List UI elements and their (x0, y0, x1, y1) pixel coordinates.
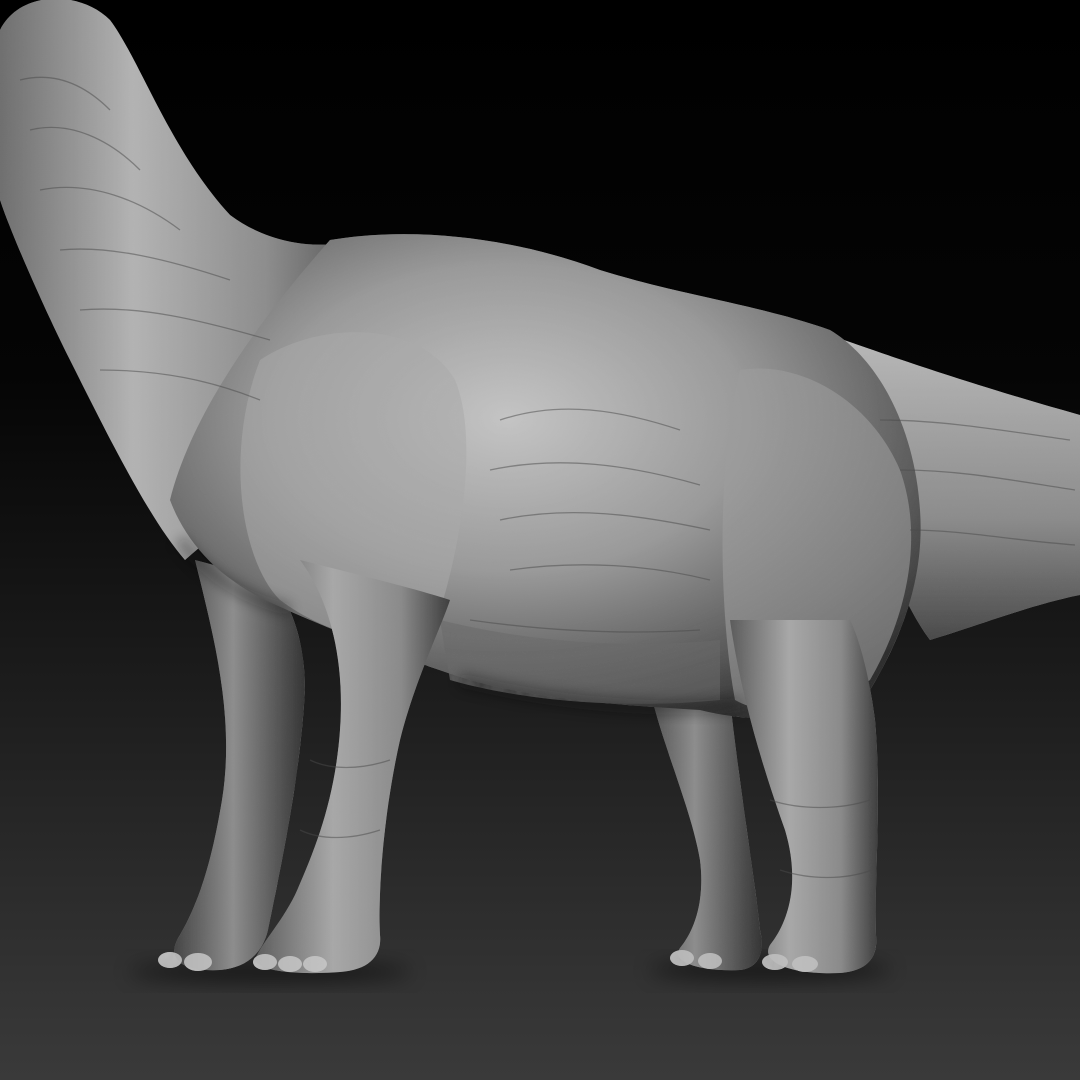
sculpt-render (0, 0, 1080, 1080)
sculpt-viewport[interactable] (0, 0, 1080, 1080)
